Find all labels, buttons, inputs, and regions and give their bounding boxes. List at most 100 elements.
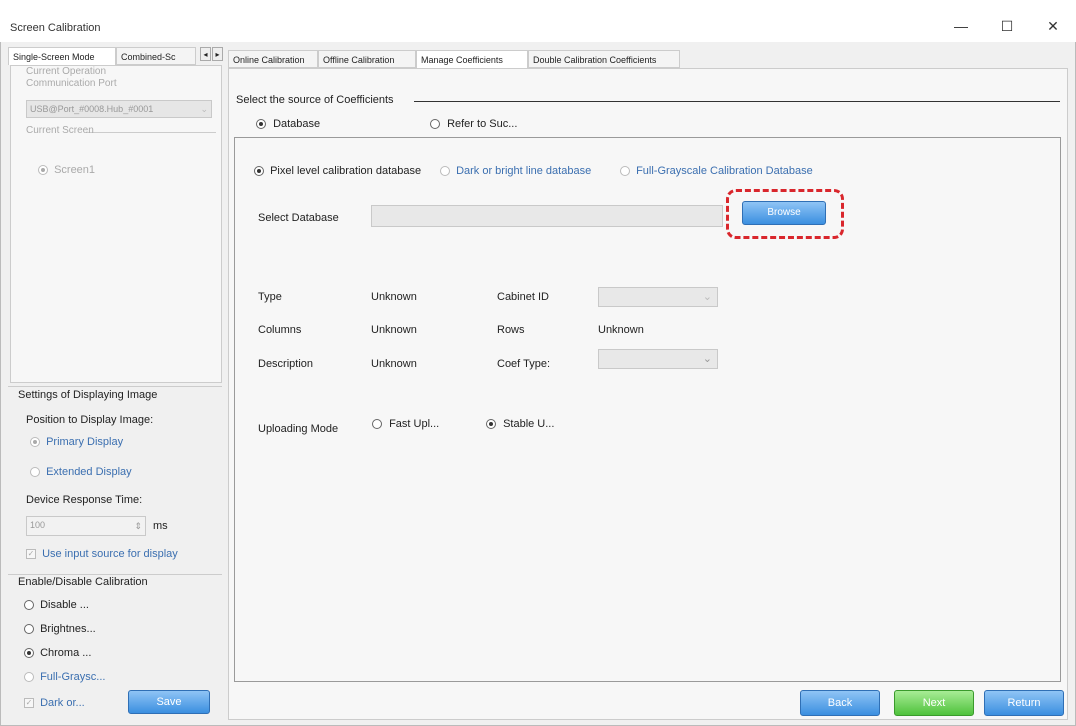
source-group-title: Select the source of Coefficients xyxy=(236,94,394,106)
full-grayscale-db-radio-icon xyxy=(620,166,630,177)
refer-label: Refer to Suc... xyxy=(447,118,518,130)
stable-upload-option[interactable]: Stable U... xyxy=(486,418,554,430)
communication-port-label: Communication Port xyxy=(26,78,117,89)
return-button[interactable]: Return xyxy=(984,690,1064,716)
display-settings-title: Settings of Displaying Image xyxy=(18,389,158,401)
cabinet-id-select[interactable]: ⌄ xyxy=(598,287,718,307)
source-divider xyxy=(414,101,1060,102)
tab-manage-coefficients[interactable]: Manage Coefficients xyxy=(416,50,528,68)
chroma-option[interactable]: Chroma ... xyxy=(24,647,91,659)
fast-upload-option[interactable]: Fast Upl... xyxy=(372,418,439,430)
calibration-toggle-title: Enable/Disable Calibration xyxy=(18,576,148,588)
checkbox-checked-icon: ✓ xyxy=(24,698,34,709)
rows-value: Unknown xyxy=(598,324,644,336)
next-button[interactable]: Next xyxy=(894,690,974,716)
type-label: Type xyxy=(258,291,282,303)
screen-item-screen1[interactable]: Screen1 xyxy=(38,164,95,176)
chevron-down-icon: ⌄ xyxy=(200,104,208,114)
fast-radio-icon xyxy=(372,419,382,430)
group-divider xyxy=(86,132,216,133)
coef-type-select[interactable]: ⌄ xyxy=(598,349,718,369)
columns-label: Columns xyxy=(258,324,302,336)
stable-radio-icon xyxy=(486,419,496,430)
extended-radio-icon xyxy=(30,467,40,478)
pixel-level-label: Pixel level calibration database xyxy=(270,165,422,177)
full-grayscale-radio-icon xyxy=(24,672,34,683)
full-grayscale-option[interactable]: Full-Graysc... xyxy=(24,671,105,683)
response-time-spinner[interactable]: 100 ⇕ xyxy=(26,516,146,536)
chevron-down-icon: ⌄ xyxy=(702,353,712,365)
response-time-label: Device Response Time: xyxy=(26,494,143,506)
tab-double-calibration-coefficients[interactable]: Double Calibration Coefficients xyxy=(528,50,680,68)
database-path-input[interactable] xyxy=(371,205,723,227)
primary-radio-icon xyxy=(30,437,40,448)
calibration-toggle-group xyxy=(8,574,222,575)
database-label: Database xyxy=(273,118,321,130)
primary-display-option[interactable]: Primary Display xyxy=(30,436,123,448)
description-value: Unknown xyxy=(371,358,417,370)
disable-option[interactable]: Disable ... xyxy=(24,599,89,611)
full-grayscale-db-option[interactable]: Full-Grayscale Calibration Database xyxy=(620,165,813,177)
save-button[interactable]: Save xyxy=(128,690,210,714)
primary-label: Primary Display xyxy=(46,436,124,448)
use-input-source-checkbox[interactable]: ✓ Use input source for display xyxy=(26,548,178,560)
maximize-button[interactable]: ☐ xyxy=(990,14,1024,38)
dark-bright-label: Dark or bright line database xyxy=(456,165,592,177)
brightness-option[interactable]: Brightnes... xyxy=(24,623,96,635)
chroma-label: Chroma ... xyxy=(40,647,92,659)
full-grayscale-db-label: Full-Grayscale Calibration Database xyxy=(636,165,813,177)
current-screen-label: Current Screen xyxy=(26,125,94,136)
chroma-radio-icon xyxy=(24,648,34,659)
disable-label: Disable ... xyxy=(40,599,89,611)
operation-label: Current Operation xyxy=(26,66,107,77)
pixel-radio-icon xyxy=(254,166,264,177)
communication-port-select[interactable]: USB@Port_#0008.Hub_#0001 ⌄ xyxy=(26,100,212,118)
dark-bright-db-option[interactable]: Dark or bright line database xyxy=(440,165,591,177)
full-grayscale-label: Full-Graysc... xyxy=(40,671,106,683)
uploading-mode-label: Uploading Mode xyxy=(258,423,339,435)
tab-combined-screen[interactable]: Combined-Sc xyxy=(116,47,196,65)
description-label: Description xyxy=(258,358,314,370)
chevron-down-icon: ⌄ xyxy=(702,291,712,303)
stable-upload-label: Stable U... xyxy=(503,418,555,430)
screen1-radio-icon xyxy=(38,165,48,176)
mode-tabs: Single-Screen Mode Combined-Sc ◂ ▸ xyxy=(8,47,223,65)
coef-type-label: Coef Type: xyxy=(497,358,550,370)
refer-radio-icon xyxy=(430,119,440,130)
fast-upload-label: Fast Upl... xyxy=(389,418,440,430)
rows-label: Rows xyxy=(497,324,525,336)
dark-or-label: Dark or... xyxy=(40,697,85,709)
tab-online-calibration[interactable]: Online Calibration xyxy=(228,50,318,68)
dark-or-checkbox[interactable]: ✓ Dark or... xyxy=(24,697,85,709)
brightness-label: Brightnes... xyxy=(40,623,96,635)
spinner-arrows-icon[interactable]: ⇕ xyxy=(134,518,142,534)
columns-value: Unknown xyxy=(371,324,417,336)
tab-scroll-left-button[interactable]: ◂ xyxy=(200,47,211,61)
window-title: Screen Calibration xyxy=(10,22,101,34)
tab-single-screen-mode[interactable]: Single-Screen Mode xyxy=(8,47,116,65)
select-database-label: Select Database xyxy=(258,212,339,224)
browse-button[interactable]: Browse xyxy=(742,201,826,225)
response-time-value: 100 xyxy=(30,520,46,530)
extended-display-option[interactable]: Extended Display xyxy=(30,466,132,478)
use-input-label: Use input source for display xyxy=(42,548,178,560)
source-database-option[interactable]: Database xyxy=(256,118,320,130)
back-button[interactable]: Back xyxy=(800,690,880,716)
port-value: USB@Port_#0008.Hub_#0001 xyxy=(30,104,154,114)
extended-label: Extended Display xyxy=(46,466,132,478)
tab-offline-calibration[interactable]: Offline Calibration xyxy=(318,50,416,68)
position-label: Position to Display Image: xyxy=(26,414,154,426)
source-refer-option[interactable]: Refer to Suc... xyxy=(430,118,517,130)
cabinet-id-label: Cabinet ID xyxy=(497,291,549,303)
title-bar: Screen Calibration — ☐ ✕ xyxy=(0,0,1076,42)
minimize-button[interactable]: — xyxy=(944,14,978,38)
database-radio-icon xyxy=(256,119,266,130)
checkbox-checked-icon: ✓ xyxy=(26,549,36,560)
type-value: Unknown xyxy=(371,291,417,303)
disable-radio-icon xyxy=(24,600,34,611)
response-unit: ms xyxy=(153,520,168,532)
pixel-level-db-option[interactable]: Pixel level calibration database xyxy=(254,165,421,177)
screen1-label: Screen1 xyxy=(54,164,96,176)
close-button[interactable]: ✕ xyxy=(1036,14,1070,38)
tab-scroll-right-button[interactable]: ▸ xyxy=(212,47,223,61)
